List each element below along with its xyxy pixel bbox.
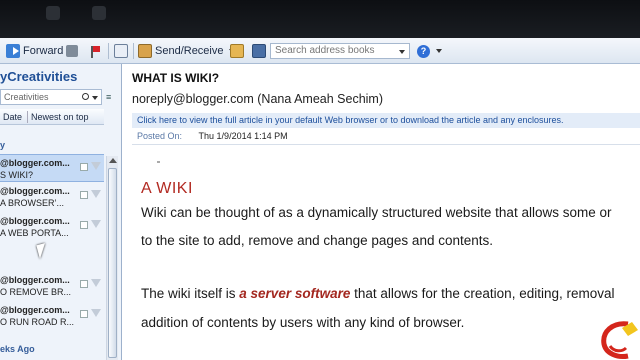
print-icon: [66, 45, 78, 57]
help-icon: ?: [417, 44, 430, 58]
help-button[interactable]: ?: [417, 42, 430, 60]
message-subject: S WIKI?: [0, 170, 34, 180]
address-book-icon: [252, 44, 266, 58]
message-subject: A BROWSER’...: [0, 198, 65, 208]
message-sender: @blogger.com...: [0, 275, 70, 285]
reading-pane: WHAT IS WIKI? noreply@blogger.com (Nana …: [124, 64, 640, 360]
group-header[interactable]: y: [0, 140, 5, 150]
chevron-down-icon[interactable]: [92, 96, 98, 100]
posted-on-label: Posted On:: [137, 131, 183, 141]
article-text: that allows for the creation, editing, r…: [350, 286, 615, 301]
list-item[interactable]: @blogger.com... S WIKI?: [0, 154, 104, 182]
article-heading: A WIKI: [141, 180, 193, 197]
divider: [157, 161, 160, 163]
search-icon[interactable]: [82, 93, 89, 100]
sort-divider: [27, 111, 28, 123]
folder-search-input[interactable]: Creativities: [0, 89, 102, 105]
sort-by-label[interactable]: Date: [3, 112, 22, 122]
toolbar-divider: [108, 43, 109, 59]
message-title: WHAT IS WIKI?: [132, 71, 220, 85]
flag-icon[interactable]: [91, 162, 101, 170]
flag-icon[interactable]: [91, 220, 101, 228]
list-item[interactable]: @blogger.com... O REMOVE BR...: [0, 272, 104, 300]
sort-bar[interactable]: Date Newest on top: [0, 109, 104, 125]
list-item[interactable]: @blogger.com... O RUN ROAD R...: [0, 302, 104, 330]
category-checkbox[interactable]: [80, 280, 88, 288]
message-list-pane: yCreativities Creativities ≡ Date Newest…: [0, 64, 122, 360]
forward-label: Forward: [23, 45, 64, 57]
flag-icon[interactable]: [91, 279, 101, 287]
article-text: The wiki itself is: [141, 286, 240, 301]
message-sender: @blogger.com...: [0, 186, 70, 196]
list-item[interactable]: @blogger.com... A BROWSER’...: [0, 183, 104, 211]
watermark-logo: [601, 321, 638, 359]
print-button[interactable]: [66, 42, 78, 60]
toolbar-divider: [133, 43, 134, 59]
posted-on: Posted On: Thu 1/9/2014 1:14 PM: [132, 131, 288, 141]
address-book-button[interactable]: [252, 42, 266, 60]
scroll-up-icon[interactable]: [109, 158, 117, 163]
article-paragraph: Wiki can be thought of as a dynamically …: [141, 205, 612, 220]
scrollbar-thumb[interactable]: [108, 168, 117, 358]
article-paragraph: addition of contents by users with any k…: [141, 315, 465, 330]
flag-icon[interactable]: [91, 190, 101, 198]
article-paragraph: to the site to add, remove and change pa…: [141, 233, 493, 248]
search-placeholder: Search address books: [275, 45, 375, 56]
info-bar[interactable]: Click here to view the full article in y…: [132, 113, 640, 128]
collapse-icon[interactable]: ≡: [106, 92, 111, 102]
chevron-down-icon[interactable]: [399, 50, 405, 54]
article-emphasis: a server software: [239, 286, 351, 301]
list-scrollbar[interactable]: [106, 156, 118, 360]
divider: [132, 144, 640, 145]
flag-button[interactable]: [90, 42, 100, 60]
message-sender: @blogger.com...: [0, 305, 70, 315]
folder-search-placeholder: Creativities: [4, 92, 49, 102]
send-receive-icon: [138, 44, 152, 58]
send-receive-button[interactable]: Send/Receive: [138, 42, 235, 60]
posted-on-value: Thu 1/9/2014 1:14 PM: [198, 131, 288, 141]
title-icon: [46, 6, 60, 20]
article-paragraph: The wiki itself is a server software tha…: [141, 286, 615, 301]
flag-icon[interactable]: [91, 309, 101, 317]
forward-icon: [6, 44, 20, 58]
forward-button[interactable]: Forward: [6, 42, 63, 60]
category-checkbox[interactable]: [80, 221, 88, 229]
group-header[interactable]: eks Ago: [0, 344, 35, 354]
mail-icon: [114, 44, 128, 58]
category-checkbox[interactable]: [80, 163, 88, 171]
title-icon: [92, 6, 106, 20]
message-subject: O RUN ROAD R...: [0, 317, 75, 327]
mail-button[interactable]: [114, 42, 128, 60]
package-button[interactable]: [230, 42, 244, 60]
sort-order-label[interactable]: Newest on top: [31, 112, 89, 122]
list-item[interactable]: @blogger.com... A WEB PORTA...: [0, 213, 104, 241]
package-icon: [230, 44, 244, 58]
chevron-down-icon: [436, 49, 442, 53]
message-subject: A WEB PORTA...: [0, 228, 69, 238]
flag-icon: [90, 45, 100, 58]
message-from: noreply@blogger.com (Nana Ameah Sechim): [132, 92, 384, 106]
send-receive-label: Send/Receive: [155, 45, 224, 57]
message-sender: @blogger.com...: [0, 216, 70, 226]
address-book-search-input[interactable]: Search address books: [270, 43, 410, 59]
toolbar-options-button[interactable]: [434, 42, 442, 60]
toolbar: Forward Send/Receive Search address book…: [0, 38, 640, 64]
category-checkbox[interactable]: [80, 191, 88, 199]
message-subject: O REMOVE BR...: [0, 287, 72, 297]
window-titlebar: [0, 0, 640, 38]
folder-title: yCreativities: [0, 69, 78, 84]
message-sender: @blogger.com...: [0, 158, 70, 168]
category-checkbox[interactable]: [80, 310, 88, 318]
